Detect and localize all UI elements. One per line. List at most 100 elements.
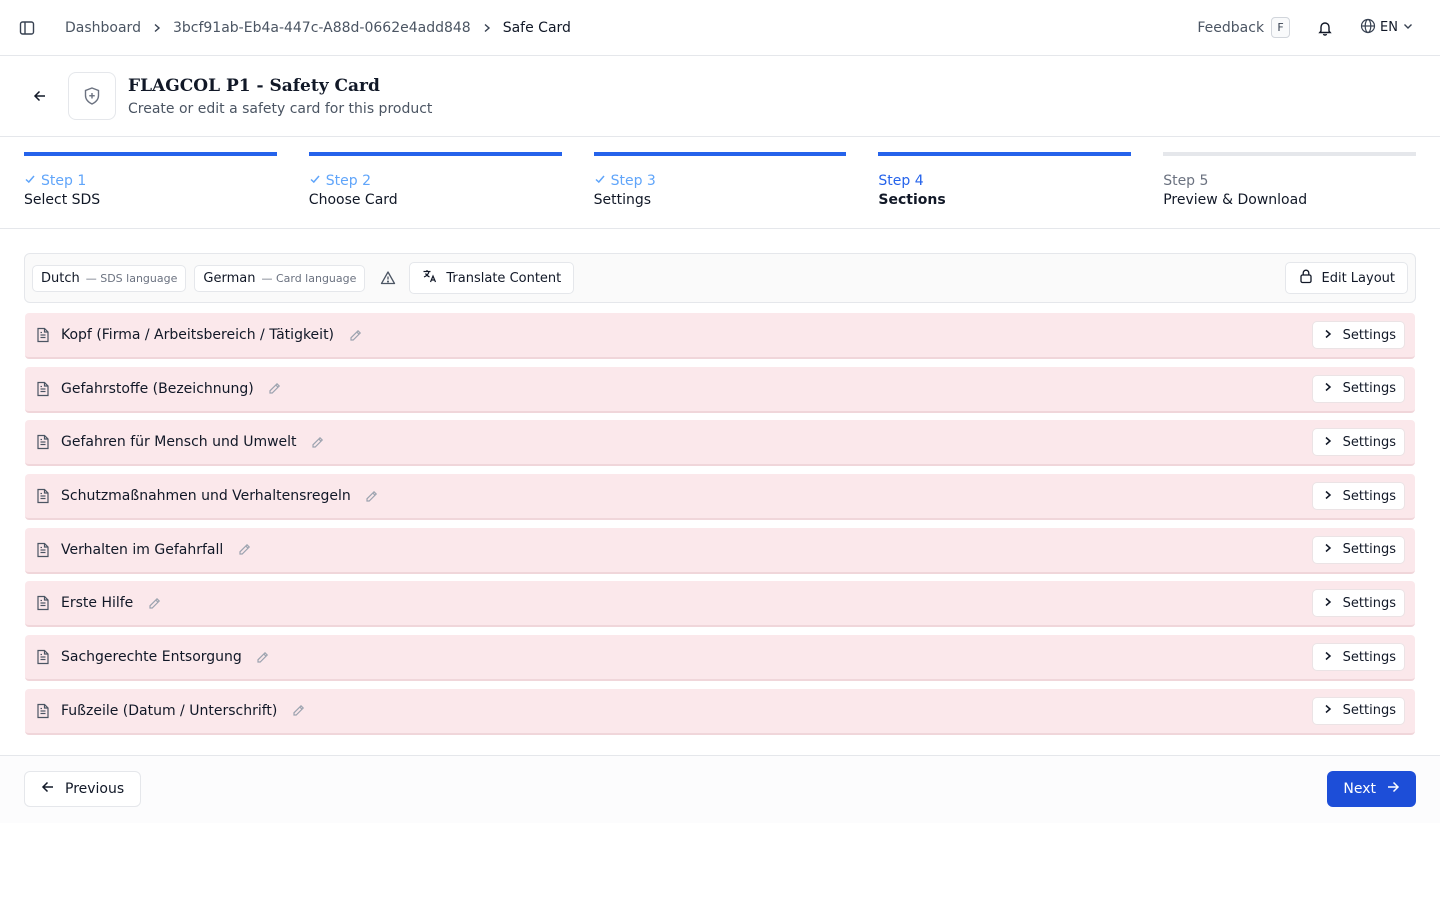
step-number: Step 1: [24, 173, 277, 189]
step-label: Select SDS: [24, 192, 101, 208]
feedback-label: Feedback: [1197, 19, 1265, 36]
warning-triangle-icon: [379, 269, 397, 287]
section-settings-button[interactable]: Settings: [1311, 428, 1405, 457]
step-progress-bar: [308, 152, 562, 156]
feedback-button[interactable]: Feedback F: [1197, 17, 1291, 38]
step-progress-bar: [593, 152, 847, 156]
section-row[interactable]: Gefahren für Mensch und Umwelt Settings: [25, 420, 1415, 467]
step-label: Preview & Download: [1163, 192, 1308, 208]
section-settings-button[interactable]: Settings: [1311, 643, 1405, 672]
section-name: Gefahrstoffe (Bezeichnung): [61, 380, 254, 397]
document-icon: [35, 434, 51, 450]
step-label: Choose Card: [308, 192, 398, 208]
wizard-footer: Previous Next: [0, 754, 1440, 823]
section-settings-button[interactable]: Settings: [1311, 374, 1405, 403]
step-progress-bar: [24, 152, 277, 156]
page-subtitle: Create or edit a safety card for this pr…: [128, 100, 433, 117]
section-name: Verhalten im Gefahrfall: [61, 541, 224, 558]
translate-content-button[interactable]: Translate Content: [409, 262, 575, 294]
section-settings-label: Settings: [1342, 488, 1396, 504]
sds-language-chip: Dutch — SDS language: [32, 264, 187, 292]
stepper: Step 1 Select SDS Step 2 Choose Card Ste…: [0, 137, 1440, 229]
language-code: EN: [1380, 20, 1398, 35]
step-1[interactable]: Step 1 Select SDS: [24, 152, 277, 228]
section-settings-label: Settings: [1342, 595, 1396, 611]
pencil-icon[interactable]: [348, 328, 362, 342]
section-settings-label: Settings: [1342, 542, 1396, 558]
chevron-down-icon: [1402, 20, 1414, 36]
chevron-right-icon: [1323, 542, 1333, 557]
section-settings-button[interactable]: Settings: [1311, 696, 1405, 725]
pencil-icon[interactable]: [365, 489, 379, 503]
section-settings-label: Settings: [1342, 649, 1396, 665]
section-row[interactable]: Gefahrstoffe (Bezeichnung) Settings: [25, 366, 1415, 413]
page-title: FLAGCOL P1 - Safety Card: [128, 75, 380, 96]
chevron-right-icon: [1323, 435, 1333, 450]
step-2[interactable]: Step 2 Choose Card: [308, 152, 562, 228]
document-icon: [35, 649, 51, 665]
step-label: Sections: [878, 192, 946, 208]
previous-button[interactable]: Previous: [24, 771, 142, 808]
section-settings-label: Settings: [1342, 327, 1396, 343]
main-content: Dutch — SDS language German — Card langu…: [0, 229, 1440, 735]
pencil-icon[interactable]: [291, 704, 305, 718]
pencil-icon[interactable]: [268, 382, 282, 396]
next-label: Next: [1343, 781, 1376, 798]
pencil-icon[interactable]: [147, 596, 161, 610]
arrow-left-icon: [41, 780, 55, 798]
previous-label: Previous: [65, 781, 125, 798]
section-row[interactable]: Sachgerechte Entsorgung Settings: [25, 635, 1415, 682]
chevron-right-icon: [1323, 489, 1333, 504]
section-row[interactable]: Fußzeile (Datum / Unterschrift) Settings: [25, 688, 1415, 735]
chevron-right-icon: [482, 23, 492, 33]
globe-icon: [1360, 18, 1376, 38]
back-arrow-icon[interactable]: [24, 80, 56, 112]
step-progress-bar: [878, 152, 1132, 156]
step-number-text: Step 4: [878, 173, 924, 189]
step-number: Step 2: [309, 173, 562, 189]
check-icon: [594, 173, 606, 189]
sidebar-toggle-icon[interactable]: [18, 19, 36, 37]
section-settings-label: Settings: [1342, 381, 1396, 397]
arrow-right-icon: [1386, 780, 1400, 798]
document-icon: [35, 595, 51, 611]
chevron-right-icon: [1323, 596, 1333, 611]
edit-layout-button[interactable]: Edit Layout: [1284, 262, 1408, 294]
pencil-icon[interactable]: [256, 650, 270, 664]
chevron-right-icon: [1323, 650, 1333, 665]
next-button[interactable]: Next: [1327, 771, 1416, 808]
bell-icon[interactable]: [1316, 19, 1334, 37]
section-settings-button[interactable]: Settings: [1311, 482, 1405, 511]
section-row[interactable]: Kopf (Firma / Arbeitsbereich / Tätigkeit…: [25, 313, 1415, 359]
sections-list: Kopf (Firma / Arbeitsbereich / Tätigkeit…: [24, 313, 1416, 735]
section-name: Gefahren für Mensch und Umwelt: [61, 434, 297, 451]
language-selector[interactable]: EN: [1360, 18, 1414, 38]
section-settings-button[interactable]: Settings: [1311, 321, 1405, 349]
header-text: FLAGCOL P1 - Safety Card Create or edit …: [128, 76, 432, 117]
breadcrumb-product-id[interactable]: 3bcf91ab-Eb4a-447c-A88d-0662e4add848: [173, 20, 471, 36]
pencil-icon[interactable]: [237, 543, 251, 557]
document-icon: [35, 488, 51, 504]
step-number-text: Step 3: [610, 173, 656, 189]
breadcrumb-dashboard[interactable]: Dashboard: [65, 20, 141, 36]
section-settings-button[interactable]: Settings: [1311, 535, 1405, 564]
lock-icon: [1298, 268, 1314, 288]
step-number-text: Step 5: [1163, 173, 1209, 189]
chevron-right-icon: [152, 23, 162, 33]
section-row[interactable]: Schutzmaßnahmen und Verhaltensregeln Sett…: [25, 474, 1415, 521]
pencil-icon[interactable]: [311, 435, 325, 449]
chevron-right-icon: [1323, 381, 1333, 396]
section-row[interactable]: Verhalten im Gefahrfall Settings: [25, 527, 1415, 574]
section-name: Sachgerechte Entsorgung: [61, 649, 242, 666]
chevron-right-icon: [1323, 703, 1333, 718]
sections-toolbar: Dutch — SDS language German — Card langu…: [24, 253, 1416, 303]
check-icon: [309, 173, 321, 189]
section-settings-button[interactable]: Settings: [1311, 589, 1405, 618]
document-icon: [35, 327, 51, 343]
sds-language: Dutch: [41, 270, 80, 286]
step-5[interactable]: Step 5 Preview & Download: [1163, 152, 1416, 228]
step-3[interactable]: Step 3 Settings: [593, 152, 847, 228]
card-language: German: [203, 270, 256, 286]
section-row[interactable]: Erste Hilfe Settings: [25, 581, 1415, 628]
step-4[interactable]: Step 4 Sections: [878, 152, 1132, 228]
